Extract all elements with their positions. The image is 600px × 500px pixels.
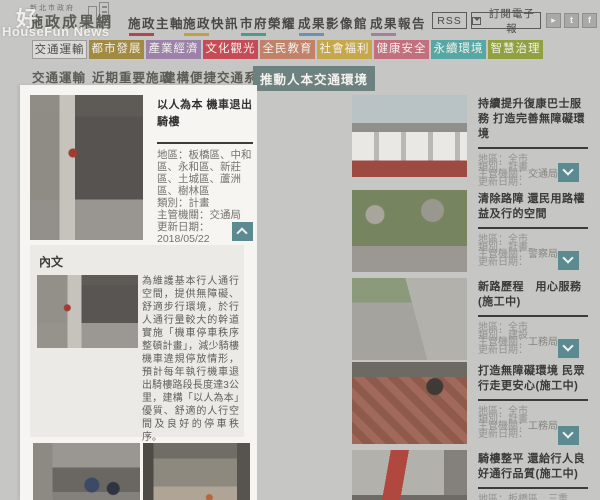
related-list: 持續提升復康巴士服務 打造完善無障礙環境 地區：全市 類別：計畫 主管機關：交通… bbox=[345, 85, 600, 500]
topnav-reports[interactable]: 成果報告 bbox=[370, 13, 426, 36]
twitter-icon[interactable]: t bbox=[564, 13, 579, 28]
nav-underline bbox=[371, 33, 396, 36]
related-photo-rehab-buses bbox=[352, 95, 467, 177]
meta-region: 地區：板橋區、中和區、永和區、新莊區、土城區、蘆洲區、樹林區 bbox=[157, 149, 252, 197]
meta-category: 類別：計畫 bbox=[157, 197, 210, 209]
body-section-label: 內文 bbox=[39, 255, 64, 269]
chevron-down-icon bbox=[562, 164, 574, 176]
related-photo-road bbox=[352, 278, 467, 360]
topnav-policy-news[interactable]: 施政快訊 bbox=[183, 13, 239, 36]
related-photo-storefront bbox=[352, 450, 467, 500]
expand-button[interactable] bbox=[558, 426, 579, 445]
cat-urban-development[interactable]: 都市發展 bbox=[89, 40, 144, 59]
cat-transportation[interactable]: 交通運輸 bbox=[32, 40, 87, 59]
nav-underline bbox=[184, 33, 209, 36]
meta-agency: 主管機關：交通局 bbox=[157, 209, 241, 221]
cat-culture-tourism[interactable]: 文化觀光 bbox=[203, 40, 258, 59]
related-title[interactable]: 騎樓整平 還給行人良好通行品質(施工中) bbox=[478, 452, 588, 482]
related-title[interactable]: 持續提升復康巴士服務 打造完善無障礙環境 bbox=[478, 97, 588, 142]
article-panel: 以人為本 機車退出騎樓 地區：板橋區、中和區、永和區、新莊區、土城區、蘆洲區、樹… bbox=[20, 85, 257, 500]
related-photo-street-trees bbox=[352, 190, 467, 272]
related-title[interactable]: 新路歷程 用心服務(施工中) bbox=[478, 280, 588, 310]
nav-underline bbox=[129, 33, 154, 36]
newsletter-subscribe-button[interactable]: 訂閱電子報 bbox=[471, 8, 541, 35]
cat-smart-governance[interactable]: 智慧治理 bbox=[488, 40, 543, 59]
newsletter-icon bbox=[472, 16, 481, 25]
cat-industry-economy[interactable]: 產業經濟 bbox=[146, 40, 201, 59]
article-photo-arcade bbox=[30, 95, 143, 240]
article-title: 以人為本 機車退出騎樓 bbox=[157, 99, 253, 128]
chevron-down-icon bbox=[562, 252, 574, 264]
article-body-text: 為維護基本行人通行空間，提供無障礙、舒適步行環境，於行人通行量較大的幹道實施「機… bbox=[142, 276, 239, 443]
related-title[interactable]: 清除路障 還民用路權益及行的空間 bbox=[478, 192, 588, 222]
facebook-icon[interactable]: f bbox=[582, 13, 597, 28]
page: 新北市政府 施政成果網 好 HouseFun News 施政主軸 施政快訊 市府… bbox=[0, 0, 600, 500]
collapse-button[interactable] bbox=[232, 222, 253, 241]
divider bbox=[478, 487, 588, 489]
divider bbox=[478, 315, 588, 317]
topnav-policy-axis[interactable]: 施政主軸 bbox=[128, 13, 184, 36]
rss-button[interactable]: RSS bbox=[432, 12, 467, 29]
gallery-photo-walkway bbox=[143, 443, 250, 500]
expand-button[interactable] bbox=[558, 339, 579, 358]
topnav-city-honors[interactable]: 市府榮耀 bbox=[240, 13, 296, 36]
meta-updated-label: 更新日期： bbox=[157, 221, 210, 233]
gallery-photo-motorcycles bbox=[33, 443, 140, 500]
meta-updated-date: 2018/05/22 bbox=[157, 233, 210, 245]
expand-button[interactable] bbox=[558, 251, 579, 270]
subnav-recent-policies[interactable]: 近期重要施政 bbox=[92, 67, 173, 86]
related-meta: 地區：板橋區、三重 bbox=[478, 494, 568, 500]
expand-button[interactable] bbox=[558, 163, 579, 182]
chevron-down-icon bbox=[562, 340, 574, 352]
cat-sustainable-environment[interactable]: 永續環境 bbox=[431, 40, 486, 59]
cat-social-welfare[interactable]: 社會福利 bbox=[317, 40, 372, 59]
related-photo-sidewalk-tiles bbox=[352, 362, 467, 444]
article-body-section: 內文 為維護基本行人通行空間，提供無障礙、舒適步行環境，於行人通行量較大的幹道實… bbox=[30, 245, 244, 443]
subnav-transportation[interactable]: 交通運輸 bbox=[32, 67, 86, 89]
video-icon[interactable]: ▸ bbox=[546, 13, 561, 28]
site-logo[interactable]: 施政成果網 bbox=[28, 11, 113, 32]
chevron-down-icon bbox=[562, 427, 574, 439]
chevron-up-icon bbox=[236, 227, 248, 239]
divider bbox=[478, 399, 588, 401]
nav-underline bbox=[241, 33, 266, 36]
nav-underline bbox=[299, 33, 324, 36]
divider bbox=[478, 227, 588, 229]
cat-health-safety[interactable]: 健康安全 bbox=[374, 40, 429, 59]
body-photo-arcade bbox=[37, 275, 138, 348]
cat-public-education[interactable]: 全民教育 bbox=[260, 40, 315, 59]
related-title[interactable]: 打造無障礙環境 民眾行走更安心(施工中) bbox=[478, 364, 588, 394]
topnav-media-gallery[interactable]: 成果影像館 bbox=[298, 13, 368, 36]
divider bbox=[157, 142, 253, 144]
divider bbox=[478, 147, 588, 149]
